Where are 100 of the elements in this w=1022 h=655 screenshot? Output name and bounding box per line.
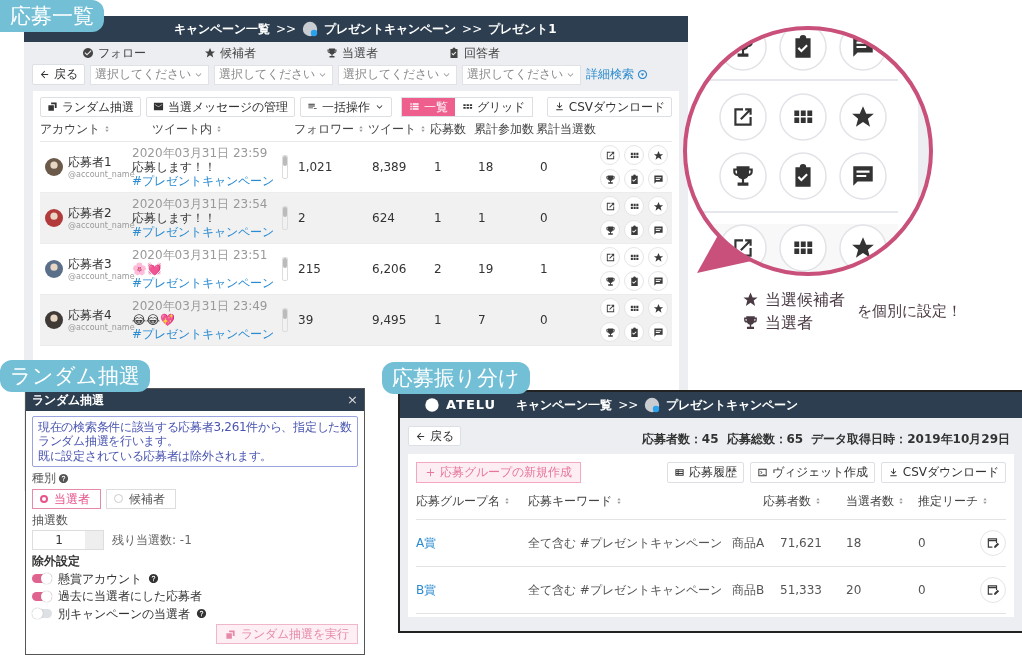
- breadcrumb-link[interactable]: プレゼント1: [488, 21, 557, 37]
- clipboard-check-button[interactable]: [624, 322, 644, 343]
- table-cell-text: 9,495: [371, 312, 408, 328]
- radio-option[interactable]: 候補者: [106, 488, 176, 509]
- clipboard-check-button[interactable]: [624, 169, 644, 190]
- group-name-link[interactable]: A賞: [416, 535, 528, 550]
- comment-button[interactable]: [648, 169, 668, 190]
- column-header: 累計当選数: [536, 121, 596, 137]
- plus-icon: [425, 467, 436, 479]
- clipboard-check-button[interactable]: [624, 220, 644, 241]
- star-button[interactable]: [648, 247, 668, 268]
- account-name: 応募者1: [68, 155, 113, 170]
- breadcrumb-link[interactable]: キャンペーン一覧: [174, 21, 270, 37]
- clipboard-check-button[interactable]: [624, 271, 644, 292]
- close-button[interactable]: ×: [347, 392, 358, 408]
- table-cell-text: 2: [433, 261, 443, 277]
- sort-icon[interactable]: [215, 125, 223, 134]
- radio-option[interactable]: 当選者: [32, 488, 101, 509]
- column-header: 応募キーワード: [528, 493, 612, 508]
- mini-scrollbar: [282, 155, 288, 180]
- external-link-button[interactable]: [600, 196, 620, 217]
- sort-icon[interactable]: [503, 496, 511, 505]
- star-button[interactable]: [648, 196, 668, 217]
- star-button[interactable]: [648, 298, 668, 319]
- toggle-switch[interactable]: [32, 591, 52, 601]
- back-button[interactable]: 戻る: [408, 426, 461, 447]
- filter-label: 回答者: [464, 46, 500, 61]
- sort-icon[interactable]: [897, 496, 905, 505]
- trophy-button[interactable]: [600, 322, 620, 343]
- table-cell-text: 1: [539, 261, 549, 277]
- star-icon: [652, 302, 664, 314]
- arrow-left-icon: [39, 69, 50, 81]
- breadcrumb-link[interactable]: プレゼントキャンペーン: [324, 21, 457, 37]
- external-link-button[interactable]: [600, 298, 620, 319]
- trophy-button[interactable]: [600, 220, 620, 241]
- comment-button[interactable]: [648, 220, 668, 241]
- callout-label: 応募一覧: [0, 0, 104, 32]
- sort-icon[interactable]: [357, 125, 365, 134]
- csv-download-button[interactable]: CSVダウンロード: [546, 96, 672, 118]
- breadcrumb-link[interactable]: キャンペーン一覧: [516, 397, 613, 413]
- grid-button[interactable]: [624, 196, 644, 217]
- star-icon: [204, 47, 216, 60]
- back-button[interactable]: 戻る: [32, 64, 85, 85]
- edit-table-icon: [986, 582, 1000, 597]
- toggle-switch[interactable]: [32, 574, 52, 584]
- sort-icon[interactable]: [103, 125, 111, 134]
- dialog-title: ランダム抽選: [32, 392, 104, 408]
- external-link-button[interactable]: [600, 145, 620, 166]
- terminal-icon: [756, 467, 768, 479]
- breadcrumb-separator: >>: [276, 21, 297, 37]
- widget-button[interactable]: ヴィジェット作成: [749, 462, 875, 483]
- star-icon: [652, 251, 664, 263]
- avatar: [45, 260, 63, 279]
- number-field[interactable]: 1: [32, 530, 104, 551]
- trophy-button[interactable]: [600, 271, 620, 292]
- column-header: 推定リーチ: [918, 493, 978, 508]
- filter-select[interactable]: 選択してください: [462, 64, 581, 85]
- stat-text: データ取得日時：2019年10月29日: [811, 432, 1010, 447]
- toggle-label: 過去に当選者にした応募者: [58, 589, 202, 604]
- star-icon: [652, 149, 664, 161]
- help-icon[interactable]: [58, 472, 69, 484]
- edit-button[interactable]: [980, 529, 1006, 556]
- comment-button[interactable]: [648, 271, 668, 292]
- table-cell-text: 8,389: [371, 159, 408, 175]
- sort-icon[interactable]: [981, 496, 989, 505]
- sort-icon[interactable]: [814, 496, 822, 505]
- help-icon[interactable]: [196, 608, 207, 620]
- download-button[interactable]: CSVダウンロード: [880, 462, 1006, 483]
- grid-button[interactable]: [624, 298, 644, 319]
- table-cell-text: 18: [845, 535, 863, 550]
- trophy-icon: [742, 314, 759, 332]
- breadcrumb-link[interactable]: プレゼントキャンペーン: [666, 397, 799, 413]
- bulk-action-dropdown[interactable]: 一括操作: [300, 96, 392, 118]
- help-icon[interactable]: [148, 573, 159, 585]
- account-name: 応募者2: [68, 206, 113, 221]
- grid-button[interactable]: [624, 145, 644, 166]
- sort-icon[interactable]: [615, 496, 623, 505]
- account-name: 応募者3: [68, 257, 113, 272]
- filter-label: 当選者: [342, 46, 378, 61]
- sort-icon[interactable]: [419, 125, 427, 134]
- message-manage-button[interactable]: 当選メッセージの管理: [146, 96, 295, 118]
- toggle-switch[interactable]: [32, 609, 52, 619]
- trophy-button[interactable]: [600, 169, 620, 190]
- comment-button[interactable]: [648, 322, 668, 343]
- table-list-icon: [673, 467, 685, 479]
- history-button[interactable]: 応募履歴: [666, 462, 744, 483]
- filter-select[interactable]: 選択してください: [90, 64, 209, 85]
- filter-select[interactable]: 選択してください: [338, 64, 457, 85]
- filter-select[interactable]: 選択してください: [214, 64, 333, 85]
- stat-text: 応募総数：65: [726, 432, 804, 447]
- account-handle: @account_name: [68, 271, 135, 281]
- random-draw-button[interactable]: ランダム抽選: [40, 96, 141, 118]
- star-button[interactable]: [648, 145, 668, 166]
- breadcrumb-separator: >>: [618, 397, 639, 413]
- info-text: 既に設定されている応募者は除外されます。: [38, 448, 273, 464]
- edit-button[interactable]: [980, 576, 1006, 603]
- breadcrumb-separator: >>: [462, 21, 483, 37]
- group-name-link[interactable]: B賞: [416, 582, 528, 597]
- external-link-button[interactable]: [600, 247, 620, 268]
- grid-button[interactable]: [624, 247, 644, 268]
